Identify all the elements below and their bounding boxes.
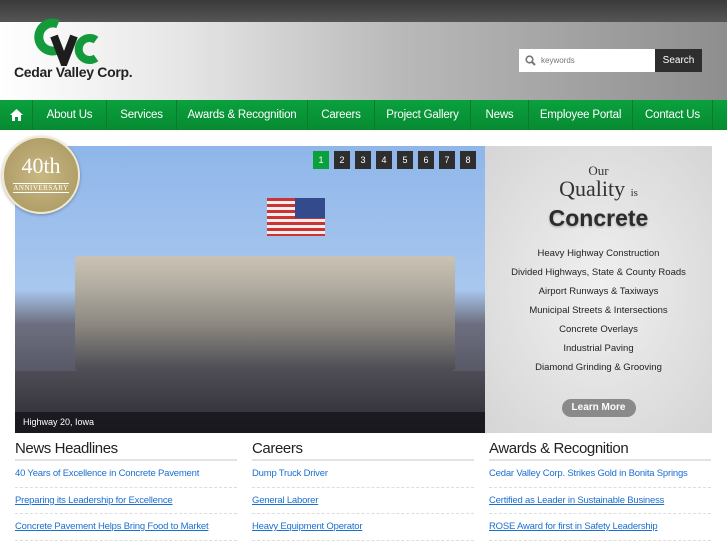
nav-about-us[interactable]: About Us — [33, 100, 107, 130]
paving-machine-image — [75, 256, 455, 371]
nav-project-gallery[interactable]: Project Gallery — [375, 100, 471, 130]
service-item: Airport Runways & Taxiways — [538, 286, 659, 297]
logo[interactable]: Cedar Valley Corp. — [14, 16, 134, 100]
search-icon — [525, 55, 536, 66]
slider-page-3[interactable]: 3 — [355, 151, 371, 169]
service-item: Diamond Grinding & Grooving — [535, 362, 662, 373]
search-input[interactable] — [541, 56, 651, 65]
slider-page-2[interactable]: 2 — [334, 151, 350, 169]
slider-page-1[interactable]: 1 — [313, 151, 329, 169]
search-box — [519, 49, 655, 72]
nav-news[interactable]: News — [471, 100, 529, 130]
anniversary-badge: 40th ANNIVERSARY — [2, 136, 80, 214]
slider-pager: 1 2 3 4 5 6 7 8 — [313, 151, 476, 169]
service-item: Heavy Highway Construction — [537, 248, 660, 259]
slider-page-8[interactable]: 8 — [460, 151, 476, 169]
header: Cedar Valley Corp. Search — [0, 18, 727, 100]
badge-number: 40th — [21, 153, 61, 178]
tagline-quality-word: Quality — [559, 176, 626, 201]
nav-contact-us[interactable]: Contact Us — [633, 100, 713, 130]
slider-page-4[interactable]: 4 — [376, 151, 392, 169]
nav-services[interactable]: Services — [107, 100, 177, 130]
awards-column: Awards & Recognition Cedar Valley Corp. … — [489, 438, 711, 541]
slider-page-5[interactable]: 5 — [397, 151, 413, 169]
service-item: Concrete Overlays — [559, 324, 638, 335]
nav-home[interactable] — [0, 100, 33, 130]
award-link[interactable]: ROSE Award for first in Safety Leadershi… — [489, 514, 711, 541]
nav-awards[interactable]: Awards & Recognition — [177, 100, 308, 130]
news-link[interactable]: Preparing its Leadership for Excellence — [15, 488, 237, 514]
news-link[interactable]: Concrete Pavement Helps Bring Food to Ma… — [15, 514, 237, 541]
search-button[interactable]: Search — [655, 49, 702, 72]
slider-page-6[interactable]: 6 — [418, 151, 434, 169]
services-panel: Our Quality is Concrete Heavy Highway Co… — [485, 146, 712, 433]
tagline-quality: Quality is — [485, 176, 712, 203]
search-form: Search — [519, 49, 702, 72]
tagline-concrete: Concrete — [548, 205, 649, 231]
flag-image — [267, 198, 325, 236]
learn-more-button[interactable]: Learn More — [561, 399, 636, 417]
column-heading: News Headlines — [15, 438, 237, 461]
logo-text: Cedar Valley Corp. — [14, 64, 133, 80]
service-item: Municipal Streets & Intersections — [529, 305, 668, 316]
career-link[interactable]: Heavy Equipment Operator — [252, 514, 474, 541]
slider-page-7[interactable]: 7 — [439, 151, 455, 169]
column-heading: Careers — [252, 438, 474, 461]
cvc-logo-icon — [34, 18, 99, 66]
news-link[interactable]: 40 Years of Excellence in Concrete Pavem… — [15, 461, 237, 488]
tagline-is: is — [630, 187, 638, 199]
career-link[interactable]: Dump Truck Driver — [252, 461, 474, 488]
nav-careers[interactable]: Careers — [308, 100, 375, 130]
award-link[interactable]: Cedar Valley Corp. Strikes Gold in Bonit… — [489, 461, 711, 488]
nav-employee-portal[interactable]: Employee Portal — [529, 100, 633, 130]
main-nav: About Us Services Awards & Recognition C… — [0, 100, 727, 130]
careers-column: Careers Dump Truck Driver General Labore… — [252, 438, 474, 541]
news-headlines-column: News Headlines 40 Years of Excellence in… — [15, 438, 237, 541]
slide-caption: Highway 20, Iowa — [15, 412, 485, 433]
badge-label: ANNIVERSARY — [13, 183, 69, 193]
award-link[interactable]: Certified as Leader in Sustainable Busin… — [489, 488, 711, 514]
service-item: Industrial Paving — [563, 343, 634, 354]
services-list: Heavy Highway Construction Divided Highw… — [485, 244, 712, 377]
hero-slider[interactable]: 1 2 3 4 5 6 7 8 Highway 20, Iowa — [15, 146, 485, 433]
column-heading: Awards & Recognition — [489, 438, 711, 461]
career-link[interactable]: General Laborer — [252, 488, 474, 514]
home-icon — [9, 109, 23, 121]
service-item: Divided Highways, State & County Roads — [511, 267, 686, 278]
